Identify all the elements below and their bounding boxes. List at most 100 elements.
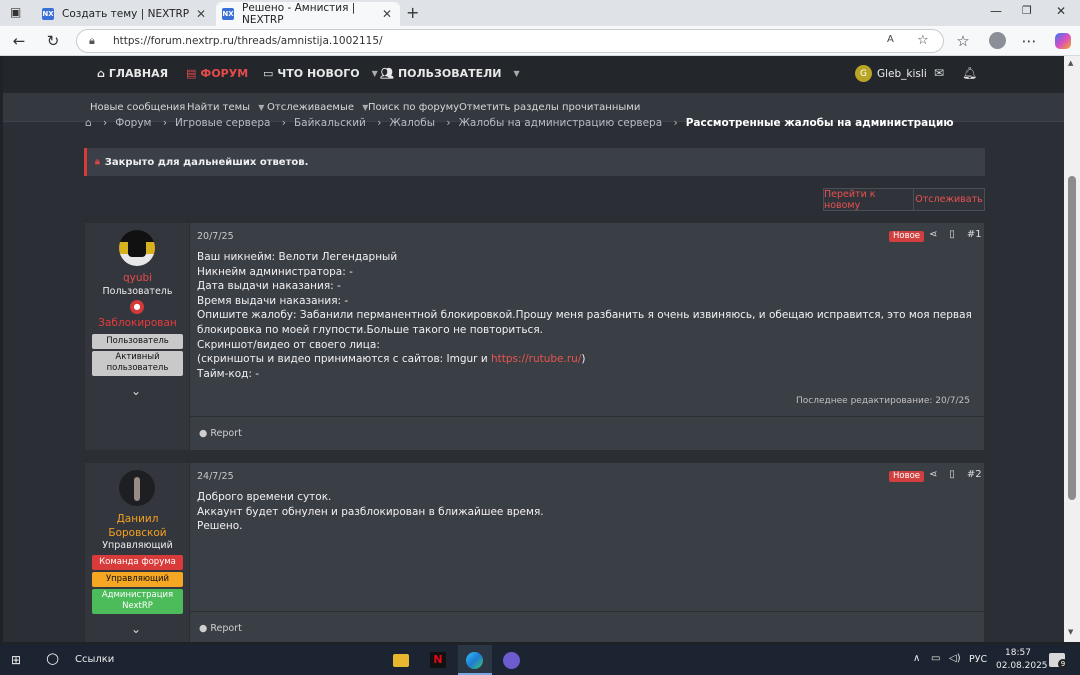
post-body: Ваш никнейм: Велоти Легендарный Никнейм … [197, 250, 977, 381]
file-explorer-icon[interactable] [393, 654, 409, 667]
share-icon[interactable]: ⋖ [929, 469, 937, 480]
username[interactable]: Даниил Боровской [85, 512, 190, 540]
favorites-icon[interactable]: ☆ [954, 32, 972, 50]
profile-avatar[interactable] [989, 32, 1006, 49]
user-menu[interactable]: G Gleb_kisli [855, 65, 927, 82]
report-icon: ● [199, 428, 208, 439]
character-figure-icon [134, 477, 140, 501]
language-indicator[interactable]: РУС [969, 654, 987, 665]
breadcrumb-item[interactable]: Жалобы [389, 117, 435, 129]
minimize-icon[interactable]: — [990, 4, 1002, 18]
post-number[interactable]: #2 [967, 469, 982, 480]
tab-title: Создать тему | NEXTRP [62, 8, 190, 20]
windows-start-icon[interactable]: ⊞ [11, 653, 21, 667]
back-icon[interactable]: ← [10, 32, 28, 50]
read-aloud-icon[interactable]: A [887, 34, 894, 45]
breadcrumb: ⌂ › Форум › Игровые сервера › Байкальский ›… [85, 117, 954, 129]
close-icon[interactable]: ✕ [196, 7, 206, 21]
tab-actions-icon[interactable]: ▣ [10, 5, 21, 19]
report-button[interactable]: ● Report [199, 428, 242, 439]
tab-amnesty[interactable]: NX Решено - Амнистия | NEXTRP ✕ [216, 2, 400, 26]
rutube-link[interactable]: https://rutube.ru/ [491, 353, 581, 365]
avatar[interactable] [119, 230, 155, 266]
users-icon: 👥︎ [380, 67, 394, 80]
chevron-down-icon[interactable]: ⌄ [131, 384, 141, 398]
clock-time[interactable]: 18:57 [1005, 648, 1031, 658]
game-app-icon[interactable] [503, 652, 520, 669]
breadcrumb-item[interactable]: Рассмотренные жалобы на администрацию [686, 117, 954, 129]
volume-icon[interactable]: ◁) [949, 653, 961, 664]
banned-label: Заблокирован [98, 317, 177, 329]
new-tab-icon[interactable]: + [406, 3, 419, 22]
notification-count: 9 [1058, 659, 1068, 669]
more-icon[interactable]: ⋯ [1020, 32, 1038, 50]
maximize-icon[interactable]: ❐ [1022, 4, 1032, 17]
links-label[interactable]: Ссылки [75, 654, 114, 665]
avatar[interactable] [119, 470, 155, 506]
user-badge: Администрация NextRP [92, 589, 183, 614]
post-date[interactable]: 20/7/25 [197, 231, 234, 242]
tab-create-topic[interactable]: NX Создать тему | NEXTRP ✕ [36, 2, 214, 26]
scroll-up-icon[interactable]: ▲ [1068, 59, 1073, 67]
clock-date[interactable]: 02.08.2025 [996, 661, 1048, 671]
window-close-icon[interactable]: ✕ [1056, 4, 1066, 18]
breadcrumb-item[interactable]: Байкальский [294, 117, 366, 129]
subnav-find-threads[interactable]: Найти темы ▼ [187, 102, 264, 113]
home-icon[interactable]: ⌂ [85, 117, 92, 129]
post-footer: ● Report [190, 416, 984, 450]
breadcrumb-item[interactable]: Игровые сервера [175, 117, 270, 129]
goto-new-button[interactable]: Перейти к новому [823, 188, 914, 211]
user-badge: Команда форума [92, 555, 183, 570]
search-icon[interactable]: ○ [46, 649, 59, 667]
user-info: qyubi Пользователь ● Заблокирован Пользо… [85, 223, 190, 450]
network-icon[interactable]: ▭ [931, 653, 940, 664]
netflix-icon[interactable]: N [430, 652, 446, 668]
windows-taskbar: ⊞ ○ Ссылки N ∧ ▭ ◁) РУС 18:57 02.08.2025… [0, 645, 1080, 675]
bookmark-icon[interactable]: ▯ [949, 229, 955, 240]
subnav-new-posts[interactable]: Новые сообщения [90, 102, 185, 113]
subnav-search-forum[interactable]: Поиск по форуму [368, 102, 459, 113]
post-line: Никнейм администратора: - [197, 265, 353, 278]
bell-icon[interactable]: 🔔︎ [962, 66, 977, 80]
post-date[interactable]: 24/7/25 [197, 471, 234, 482]
share-icon[interactable]: ⋖ [929, 229, 937, 240]
nav-users[interactable]: 👥︎ ПОЛЬЗОВАТЕЛИ ▼ [380, 67, 520, 80]
nav-whats-new[interactable]: ▭ ЧТО НОВОГО ▼ [263, 67, 378, 80]
watch-button[interactable]: Отслеживать [913, 188, 985, 211]
chevron-up-icon[interactable]: ∧ [913, 653, 920, 664]
mail-icon[interactable]: ✉ [934, 66, 944, 80]
post-body: Доброго времени суток. Аккаунт будет обн… [197, 490, 977, 534]
reload-icon[interactable]: ↻ [44, 32, 62, 50]
address-bar: ← ↻ 🔒︎ https://forum.nextrp.ru/threads/a… [0, 26, 1080, 56]
report-button[interactable]: ● Report [199, 623, 242, 634]
chevron-down-icon[interactable]: ⌄ [131, 622, 141, 636]
scrollbar-thumb[interactable] [1068, 176, 1076, 500]
forum-icon: ▤ [186, 67, 197, 80]
scroll-down-icon[interactable]: ▼ [1068, 628, 1073, 636]
copilot-icon[interactable] [1055, 33, 1071, 49]
post-line: Ваш никнейм: Велоти Легендарный [197, 251, 398, 263]
nextrp-favicon: NX [222, 8, 234, 20]
breadcrumb-item[interactable]: Форум [115, 117, 151, 129]
nav-forum[interactable]: ▤ ФОРУМ [186, 67, 248, 80]
subnav-mark-read[interactable]: Отметить разделы прочитанными [459, 102, 640, 113]
user-title: Пользователь [102, 286, 173, 297]
post-line: Скриншот/видео от своего лица: [197, 338, 380, 351]
post-line: Дата выдачи наказания: - [197, 280, 341, 293]
url-input[interactable]: 🔒︎ https://forum.nextrp.ru/threads/amnis… [76, 29, 944, 53]
tab-title: Решено - Амнистия | NEXTRP [241, 2, 356, 26]
chevron-down-icon: ▼ [371, 69, 378, 78]
closed-notice: 🔒︎ Закрыто для дальнейших ответов. [84, 148, 985, 176]
breadcrumb-item[interactable]: Жалобы на администрацию сервера [459, 117, 663, 129]
forum-page: ⌂ ГЛАВНАЯ ▤ ФОРУМ ▭ ЧТО НОВОГО ▼ 👥︎ ПОЛЬЗОВАТ… [3, 56, 1064, 642]
bookmark-icon[interactable]: ▯ [949, 469, 955, 480]
page-scrollbar[interactable]: ▲ ▼ [1064, 56, 1080, 642]
site-info-icon[interactable]: 🔒︎ [89, 34, 95, 48]
username[interactable]: qyubi [85, 272, 190, 284]
close-icon[interactable]: ✕ [382, 7, 392, 21]
favorite-star-icon[interactable]: ☆ [917, 33, 929, 48]
nav-home[interactable]: ⌂ ГЛАВНАЯ [97, 67, 168, 80]
post-number[interactable]: #1 [967, 229, 982, 240]
site-header: ⌂ ГЛАВНАЯ ▤ ФОРУМ ▭ ЧТО НОВОГО ▼ 👥︎ ПОЛЬЗОВАТ… [3, 56, 1064, 93]
subnav-watched[interactable]: Отслеживаемые ▼ [267, 102, 368, 113]
